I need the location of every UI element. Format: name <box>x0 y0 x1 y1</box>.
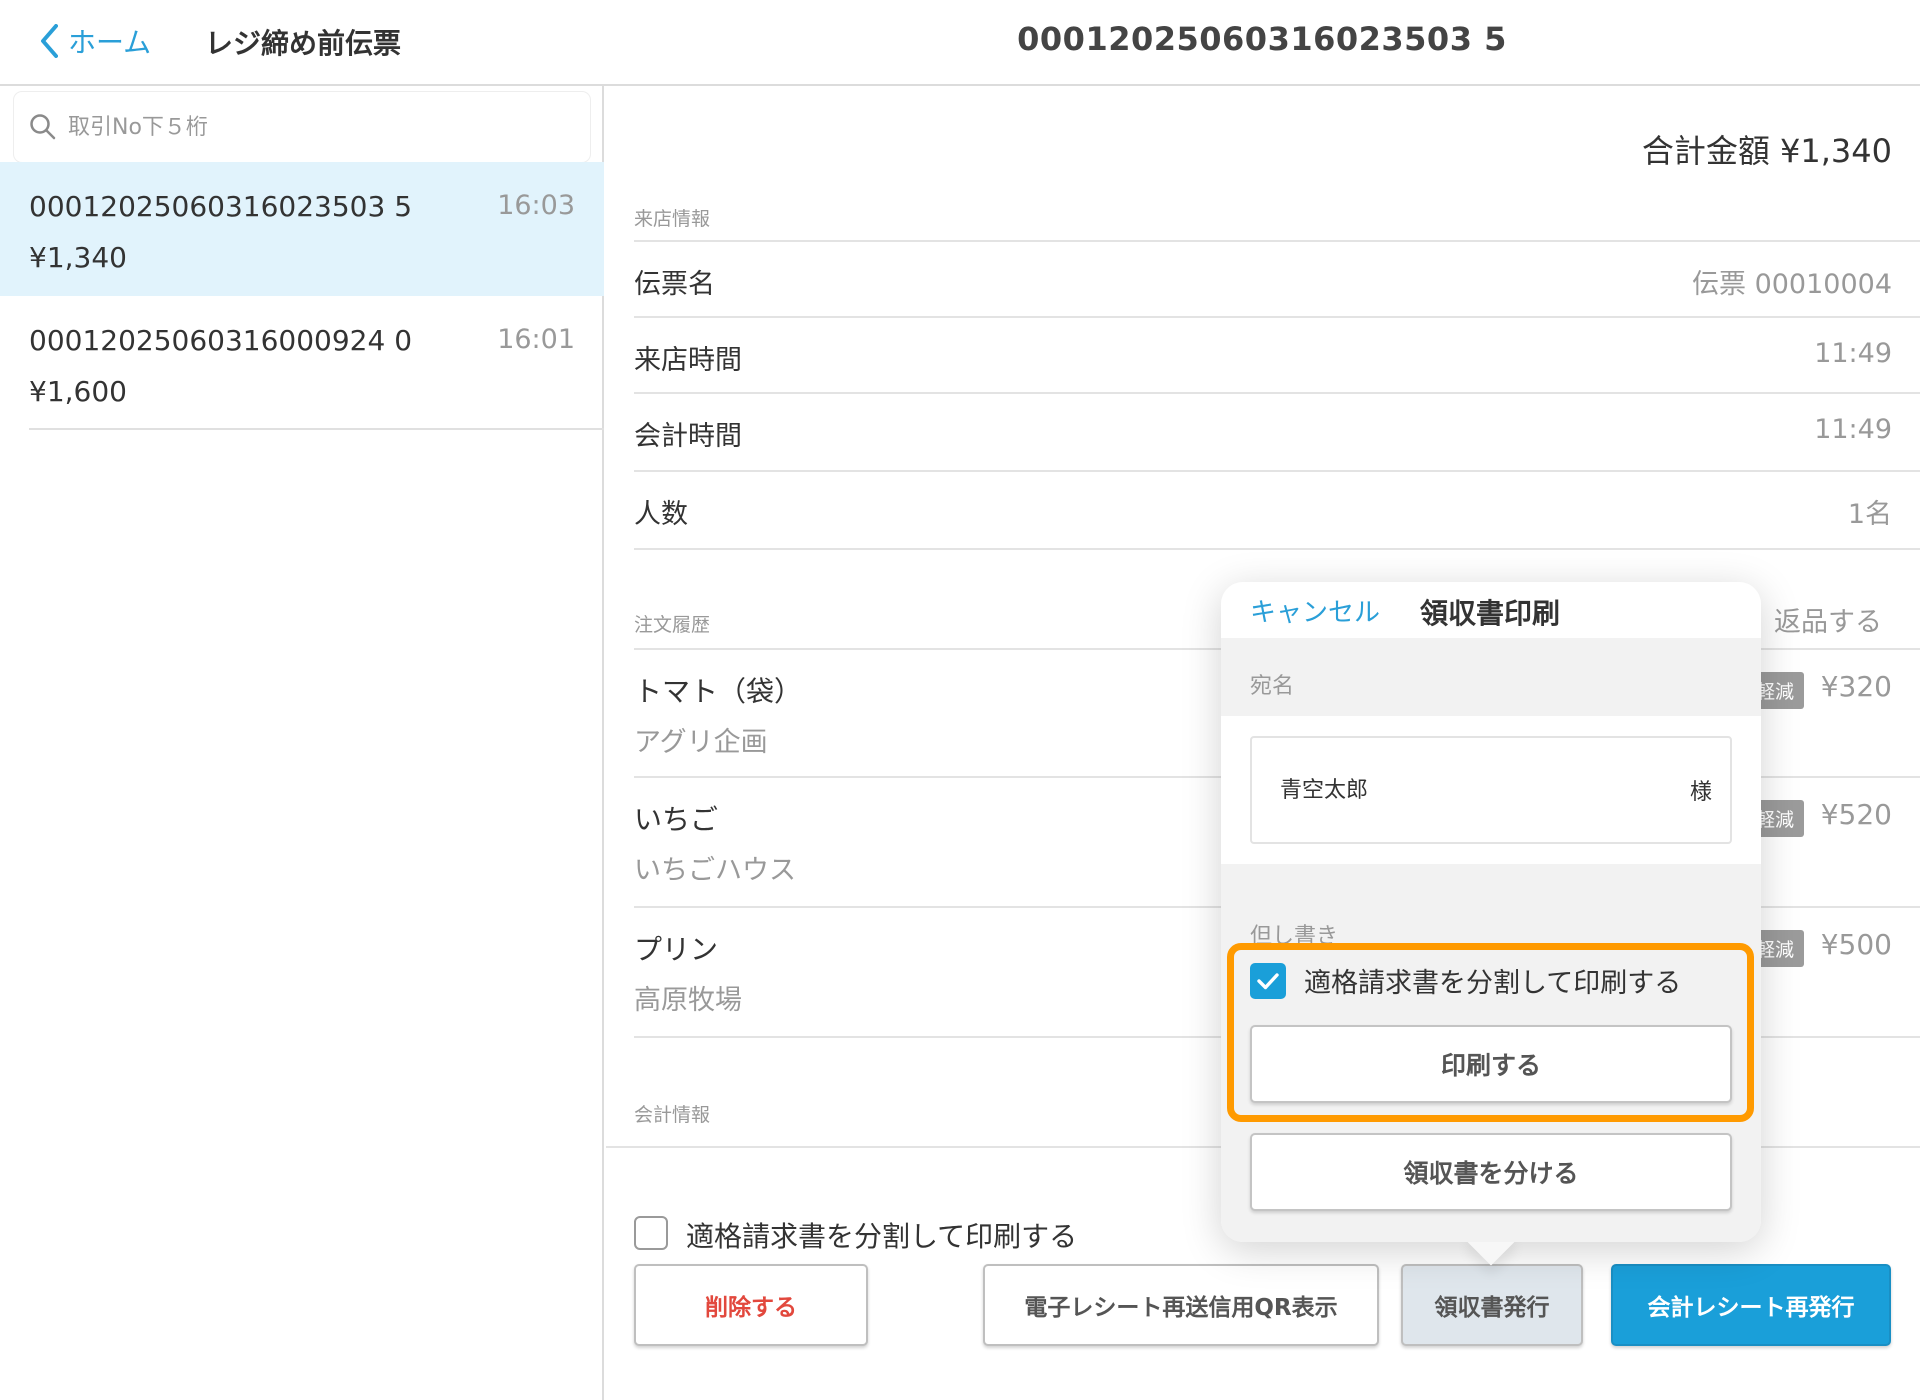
list-title: レジ締め前伝票 <box>205 27 402 60</box>
divider <box>29 428 604 430</box>
item-name: トマト（袋） <box>634 675 803 708</box>
split-invoice-checkbox-label: 適格請求書を分割して印刷する <box>686 1220 1078 1253</box>
transaction-amount: ¥1,600 <box>29 375 127 408</box>
total-amount: 合計金額 ¥1,340 <box>1641 132 1892 170</box>
transaction-time: 16:01 <box>497 324 575 355</box>
split-invoice-checkbox[interactable] <box>634 1216 668 1250</box>
order-history-section-label: 注文履歴 <box>634 614 711 636</box>
row-label: 伝票名 <box>634 269 715 300</box>
addressee-section: 青空太郎 様 <box>1221 716 1761 864</box>
note-label: 但し書き <box>1250 924 1339 949</box>
transaction-sidebar: 00012025060316023503 5 ¥1,340 16:03 0001… <box>0 86 604 1400</box>
transaction-number: 00012025060316000924 0 <box>29 324 413 357</box>
back-button[interactable]: ホーム <box>40 18 151 64</box>
row-label: 来店時間 <box>634 345 742 376</box>
transaction-time: 16:03 <box>497 190 575 221</box>
back-label: ホーム <box>68 26 152 59</box>
search-icon <box>30 114 56 140</box>
row-value: 11:49 <box>1814 414 1892 445</box>
row-value: 伝票 00010004 <box>1691 269 1892 300</box>
return-button[interactable]: 返品する <box>1774 600 1882 639</box>
addressee-field[interactable]: 青空太郎 様 <box>1250 736 1732 844</box>
row-value: 1名 <box>1847 499 1892 530</box>
popover-split-invoice-label: 適格請求書を分割して印刷する <box>1304 968 1682 999</box>
qr-display-button[interactable]: 電子レシート再送信用QR表示 <box>983 1264 1379 1346</box>
split-receipt-button[interactable]: 領収書を分ける <box>1250 1133 1732 1211</box>
issue-receipt-button[interactable]: 領収書発行 <box>1401 1264 1583 1346</box>
popover-body: キャンセル 領収書印刷 宛名 青空太郎 様 但し書き 適格請求書を分割して印刷す… <box>1221 582 1761 1242</box>
item-name: プリン <box>634 933 719 966</box>
print-button[interactable]: 印刷する <box>1250 1025 1732 1103</box>
search-input[interactable] <box>68 114 568 140</box>
popover-split-invoice-checkbox[interactable] <box>1250 963 1286 999</box>
item-price: ¥500 <box>1820 928 1892 961</box>
addressee-suffix: 様 <box>1689 780 1712 805</box>
transaction-item[interactable]: 00012025060316023503 5 ¥1,340 16:03 <box>0 162 604 296</box>
item-maker: いちごハウス <box>634 855 796 886</box>
addressee-value: 青空太郎 <box>1280 778 1369 803</box>
detail-row-slip-name: 伝票名 伝票 00010004 <box>634 240 1920 318</box>
row-label: 人数 <box>634 499 688 530</box>
payment-info-section-label: 会計情報 <box>634 1104 711 1126</box>
detail-row-visit-time: 来店時間 11:49 <box>634 318 1920 394</box>
addressee-label: 宛名 <box>1250 674 1295 699</box>
detail-row-checkout-time: 会計時間 11:49 <box>634 394 1920 472</box>
detail-row-guests: 人数 1名 <box>634 472 1920 550</box>
page-title: 00012025060316023503 5 <box>1017 20 1507 58</box>
reissue-receipt-button[interactable]: 会計レシート再発行 <box>1611 1264 1891 1346</box>
delete-button[interactable]: 削除する <box>634 1264 868 1346</box>
transaction-number: 00012025060316023503 5 <box>29 190 413 223</box>
transaction-amount: ¥1,340 <box>29 241 127 274</box>
top-bar: ホーム レジ締め前伝票 00012025060316023503 5 <box>0 0 1920 86</box>
item-price: ¥320 <box>1820 670 1892 703</box>
visit-info-section-label: 来店情報 <box>634 208 711 230</box>
receipt-print-popover: キャンセル 領収書印刷 宛名 青空太郎 様 但し書き 適格請求書を分割して印刷す… <box>1221 582 1761 1266</box>
item-maker: 高原牧場 <box>634 985 742 1016</box>
transaction-item[interactable]: 00012025060316000924 0 ¥1,600 16:01 <box>0 296 604 430</box>
popover-header: キャンセル 領収書印刷 <box>1221 582 1761 638</box>
chevron-left-icon <box>41 24 58 58</box>
item-price: ¥520 <box>1820 798 1892 831</box>
row-value: 11:49 <box>1814 338 1892 369</box>
checkmark-icon <box>1257 973 1279 990</box>
row-label: 会計時間 <box>634 421 742 452</box>
popover-title: 領収書印刷 <box>1420 597 1561 630</box>
item-maker: アグリ企画 <box>634 727 768 758</box>
item-name: いちご <box>634 803 719 836</box>
cancel-button[interactable]: キャンセル <box>1250 592 1380 629</box>
search-box[interactable] <box>14 92 590 162</box>
